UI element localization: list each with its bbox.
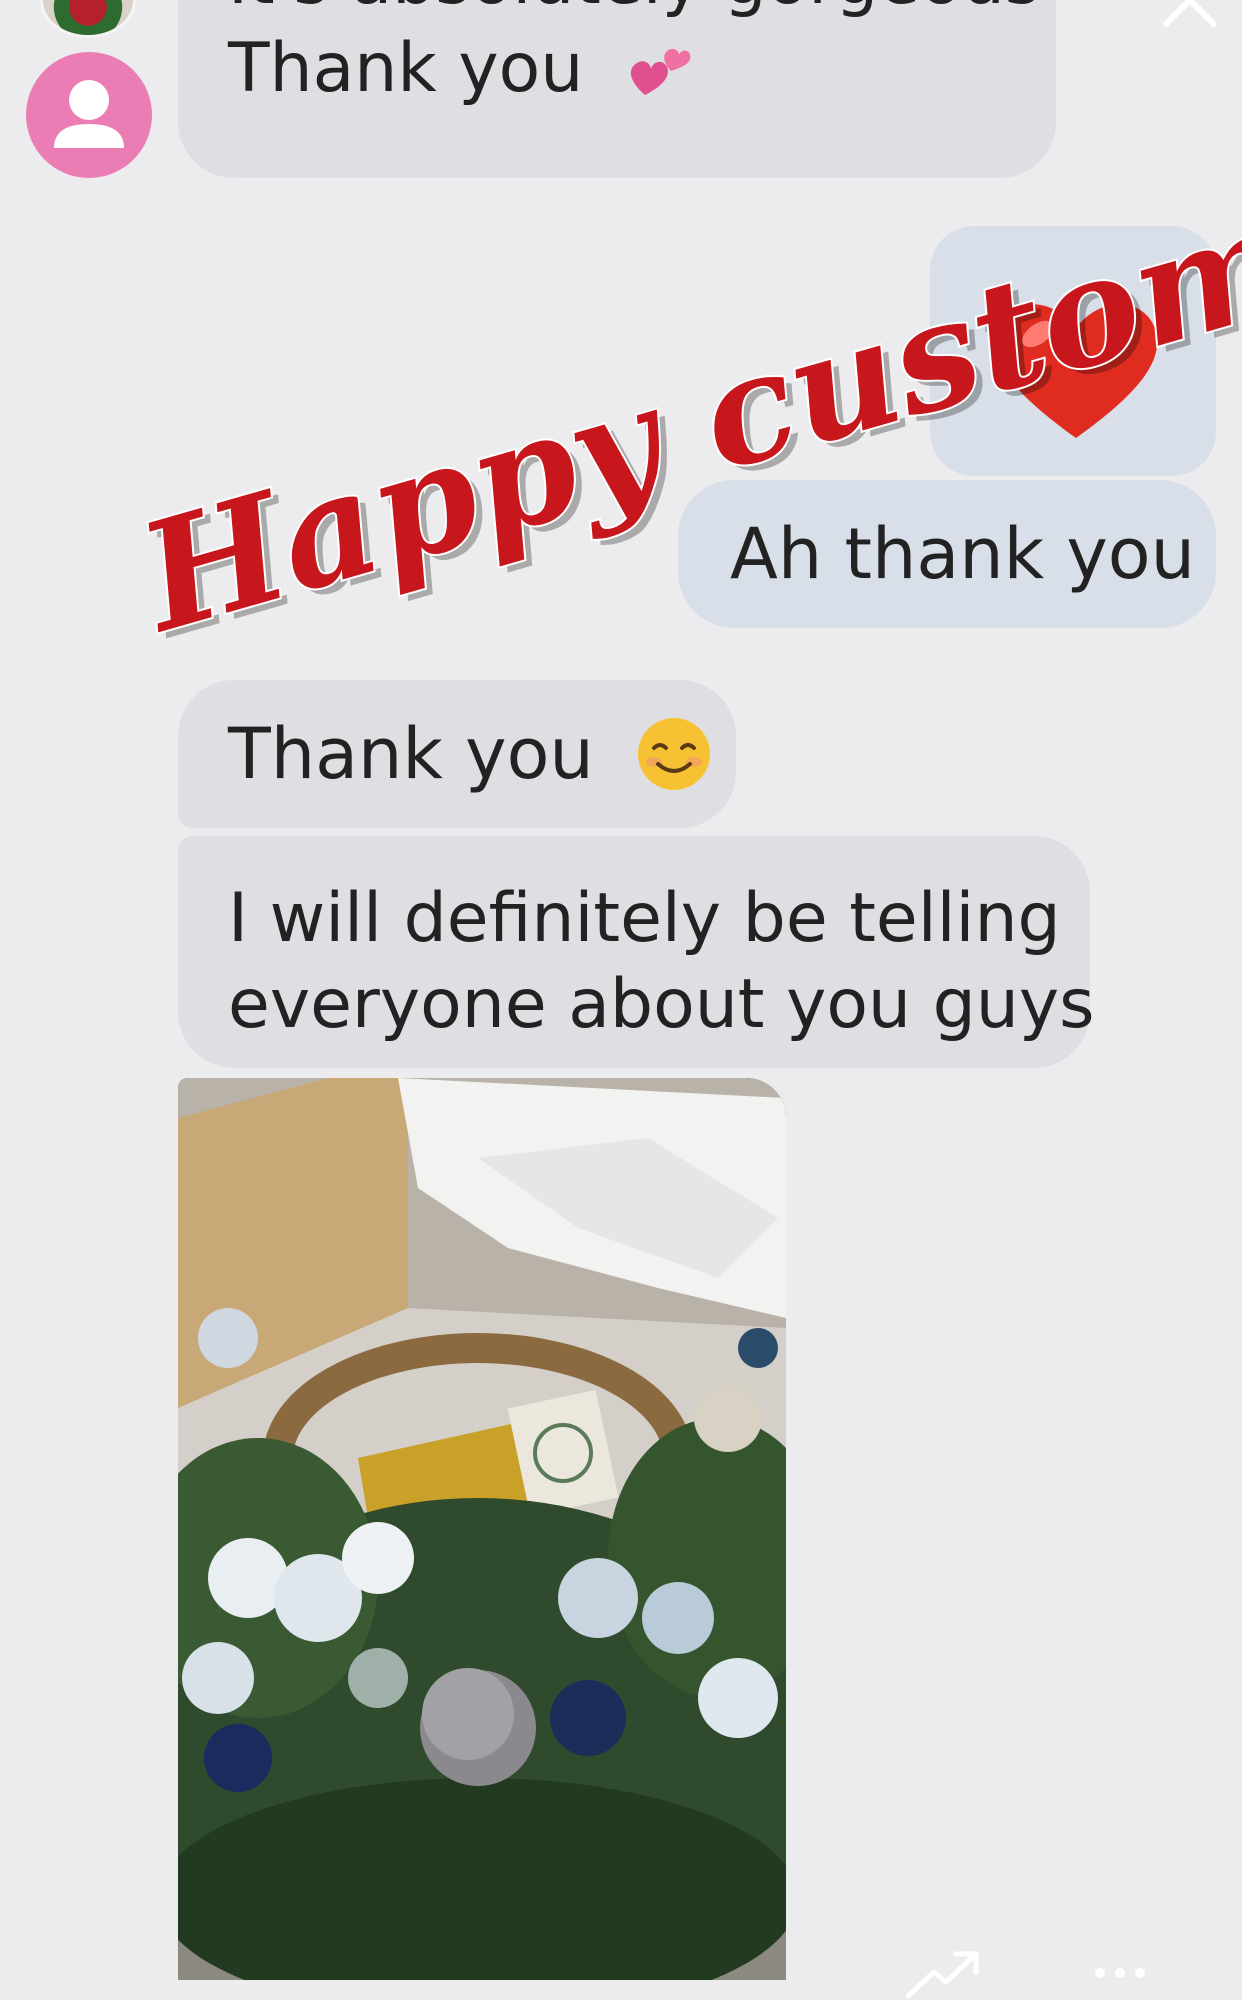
message-text: Thank you [228, 713, 594, 795]
message-text: It's absolutely gorgeous [228, 0, 1056, 24]
message-text: everyone about you guys [228, 965, 1095, 1044]
close-icon[interactable] [1160, 0, 1220, 30]
message-text: I will definitely be telling [228, 879, 1061, 958]
story-avatar[interactable] [40, 0, 136, 38]
sent-message-bubble: Ah thank you [678, 480, 1216, 628]
received-message-bubble: I will definitely be telling everyone ab… [178, 836, 1095, 1068]
message-text: Thank you [228, 29, 584, 108]
more-dots-icon[interactable] [1094, 1966, 1146, 1980]
received-message-bubble: It's absolutely gorgeous Thank you [178, 0, 1056, 178]
sent-emoji-bubble [930, 226, 1216, 476]
trend-arrow-icon[interactable] [906, 1950, 980, 2000]
smiling-face-emoji-icon [638, 717, 711, 790]
received-message-bubble: Thank you [178, 680, 736, 828]
red-heart-emoji-icon [994, 304, 1158, 438]
two-hearts-emoji-icon [630, 49, 691, 96]
wreath-photo[interactable] [178, 1078, 786, 1980]
contact-avatar [26, 52, 152, 178]
person-avatar-icon [54, 80, 124, 148]
message-text: Ah thank you [730, 513, 1195, 595]
